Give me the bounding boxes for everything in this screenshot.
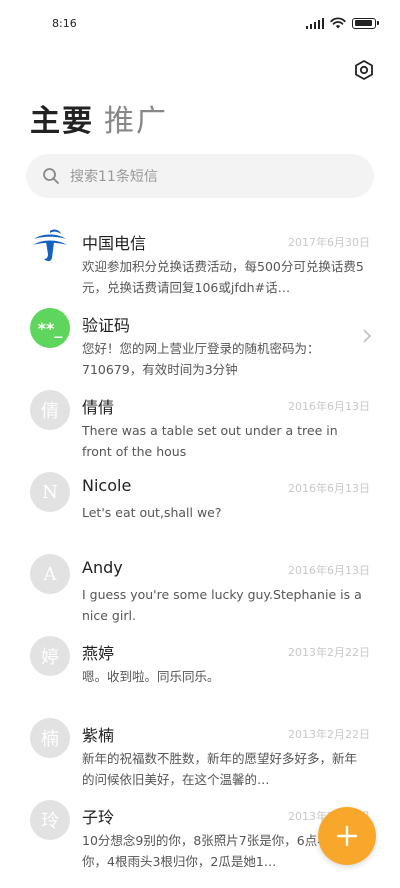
conversation-date: 2017年6月30日 <box>288 236 370 249</box>
avatar: A <box>30 554 70 594</box>
avatar: 玲 <box>30 800 70 840</box>
message-preview: 欢迎参加积分兑换话费活动，每500分可兑换话费5元，兑换话费请回复106或jfd… <box>82 259 364 295</box>
conversation-item[interactable]: 楠 紫楠 2013年2月22日 新年的祝福数不胜数，新年的愿望好多好多，新年的问… <box>0 712 400 794</box>
search-input[interactable]: 搜索11条短信 <box>26 154 374 198</box>
new-message-button[interactable] <box>318 807 376 865</box>
tab-promotions[interactable]: 推广 <box>104 96 168 140</box>
message-preview: 新年的祝福数不胜数，新年的愿望好多好多，新年的问候依旧美好，在这个温馨的… <box>82 751 358 787</box>
conversation-item[interactable]: 倩 倩倩 2016年6月13日 There was a table set ou… <box>0 384 400 466</box>
conversation-name: 中国电信 <box>82 234 147 253</box>
cellular-signal-icon <box>305 17 324 29</box>
settings-hexagon-icon <box>355 60 373 80</box>
chevron-right-icon <box>363 329 372 343</box>
message-preview: 嗯。收到啦。同乐同乐。 <box>82 669 220 684</box>
conversation-item-verification-code[interactable]: **_ 验证码 您好！您的网上营业厅登录的随机密码为：710679，有效时间为3… <box>0 302 400 384</box>
conversation-date: 2016年6月13日 <box>288 400 370 413</box>
battery-icon <box>352 17 379 29</box>
conversation-date: 2013年2月22日 <box>288 728 370 741</box>
status-time: 8:16 <box>52 17 77 30</box>
avatar: 婷 <box>30 636 70 676</box>
conversation-name: 子玲 <box>82 808 115 827</box>
avatar: 楠 <box>30 718 70 758</box>
settings-button[interactable] <box>350 56 378 84</box>
status-icons <box>305 17 379 29</box>
conversation-date: 2016年6月13日 <box>288 564 370 577</box>
message-preview: 您好！您的网上营业厅登录的随机密码为：710679，有效时间为3分钟 <box>82 341 320 377</box>
conversation-item[interactable]: 婷 燕婷 2013年2月22日 嗯。收到啦。同乐同乐。 <box>0 630 400 712</box>
conversation-name: 验证码 <box>82 316 131 335</box>
plus-icon <box>336 825 358 847</box>
conversation-date: 2016年6月13日 <box>288 482 370 495</box>
conversation-item[interactable]: A Andy 2016年6月13日 I guess you're some lu… <box>0 548 400 630</box>
china-telecom-logo-icon <box>33 229 67 262</box>
avatar <box>30 226 70 266</box>
search-placeholder: 搜索11条短信 <box>70 169 158 185</box>
message-preview: There was a table set out under a tree i… <box>82 423 338 459</box>
message-preview: I guess you're some lucky guy.Stephanie … <box>82 587 362 623</box>
conversation-name: 倩倩 <box>82 398 115 417</box>
conversation-name: 紫楠 <box>82 726 115 745</box>
conversation-date: 2013年2月22日 <box>288 646 370 659</box>
status-bar: 8:16 <box>0 0 400 50</box>
conversation-name: Andy <box>82 558 123 577</box>
message-list: 中国电信 2017年6月30日 欢迎参加积分兑换话费活动，每500分可兑换话费5… <box>0 220 400 876</box>
conversation-item-china-telecom[interactable]: 中国电信 2017年6月30日 欢迎参加积分兑换话费活动，每500分可兑换话费5… <box>0 220 400 302</box>
search-icon <box>43 168 59 184</box>
conversation-name: Nicole <box>82 476 132 495</box>
tab-primary[interactable]: 主要 <box>30 96 94 140</box>
message-preview: Let's eat out,shall we? <box>82 505 222 520</box>
conversation-name: 燕婷 <box>82 644 115 663</box>
message-tabs: 主要 推广 <box>30 96 168 140</box>
wifi-icon <box>330 17 346 29</box>
avatar: N <box>30 472 70 512</box>
avatar: 倩 <box>30 390 70 430</box>
conversation-item[interactable]: N Nicole 2016年6月13日 Let's eat out,shall … <box>0 466 400 548</box>
avatar: **_ <box>30 308 70 348</box>
